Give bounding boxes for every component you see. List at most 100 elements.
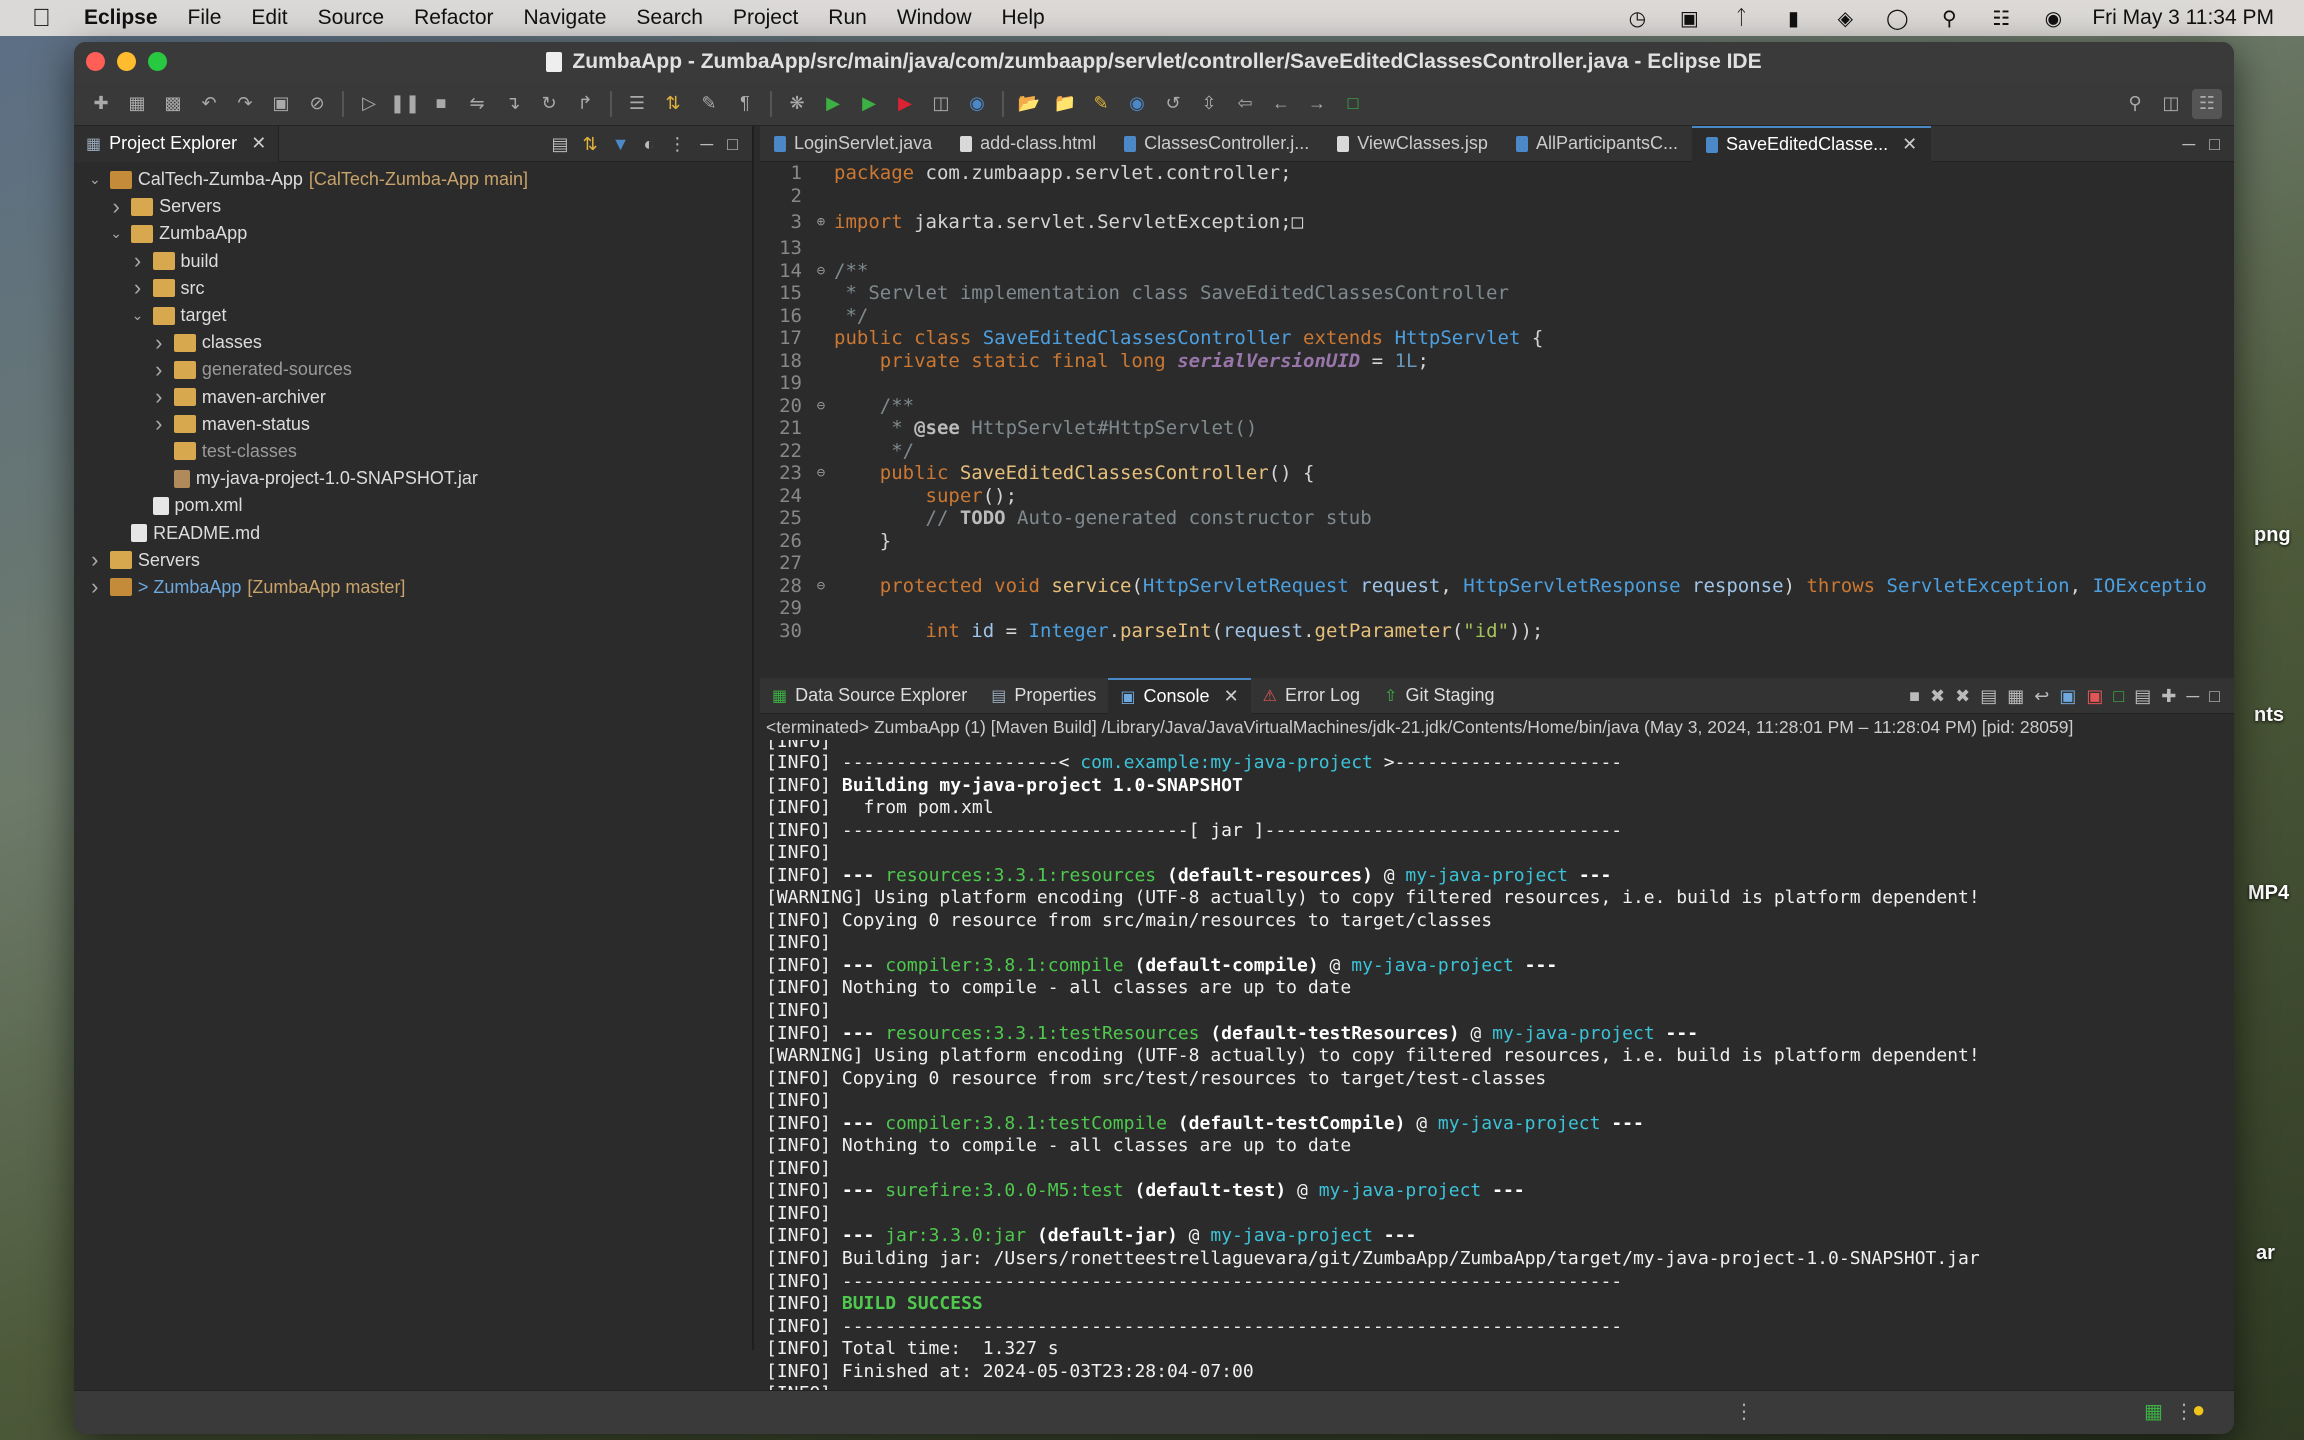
status-more-icon[interactable]: ⋮ (2174, 1399, 2194, 1424)
car-icon[interactable]: ▣ (1676, 7, 1702, 30)
editor-tab[interactable]: add-class.html (946, 126, 1110, 162)
toggle-block-icon[interactable]: ☰ (622, 89, 652, 119)
undo-icon[interactable]: ↶ (194, 89, 224, 119)
clock[interactable]: Fri May 3 11:34 PM (2092, 6, 2274, 30)
user-icon[interactable]: ◯ (1884, 7, 1910, 30)
apple-icon[interactable]:  (32, 5, 58, 31)
view-menu-icon[interactable]: ⋮ (668, 134, 686, 155)
menu-navigate[interactable]: Navigate (524, 6, 607, 30)
web-browser-icon[interactable]: ◉ (1122, 89, 1152, 119)
collapse-icon[interactable]: ⊖ (808, 575, 834, 598)
timer-icon[interactable]: ◷ (1624, 7, 1650, 30)
tree-item[interactable]: README.md (74, 519, 752, 546)
save-all-icon[interactable]: ▩ (158, 89, 188, 119)
coverage-icon[interactable]: ▶ (854, 89, 884, 119)
tree-item[interactable]: › Servers (74, 547, 752, 574)
highlight-icon[interactable]: ✎ (694, 89, 724, 119)
editor-tab[interactable]: LoginServlet.java (760, 126, 946, 162)
maximize-icon[interactable]: □ (2209, 686, 2220, 707)
chevron-right-icon[interactable]: › (150, 384, 168, 410)
tab-data-source-explorer[interactable]: ▦ Data Source Explorer (760, 678, 979, 714)
filter-icon[interactable]: ▼ (612, 134, 630, 155)
tree-item[interactable]: ⌄ CalTech-Zumba-App [CalTech-Zumba-App mai… (74, 166, 752, 193)
display-console-icon[interactable]: ▤ (2134, 686, 2151, 707)
minimize-icon[interactable]: ─ (700, 134, 713, 155)
close-icon[interactable]: ✕ (1902, 134, 1917, 155)
remove-all-icon[interactable]: ✖ (1955, 686, 1970, 707)
new-server-icon[interactable]: ◫ (926, 89, 956, 119)
tab-project-explorer[interactable]: ▦ Project Explorer ✕ (74, 125, 280, 162)
link-editor-icon[interactable]: ⇅ (583, 134, 598, 155)
terminal-icon[interactable]: ▣ (266, 89, 296, 119)
new-console-icon[interactable]: ✚ (2161, 686, 2176, 707)
tree-item[interactable]: › classes (74, 329, 752, 356)
desktop-file-label[interactable]: png (2254, 524, 2291, 547)
open-type-icon[interactable]: 📂 (1014, 89, 1044, 119)
save-icon[interactable]: ▦ (122, 89, 152, 119)
minimize-window-button[interactable] (117, 52, 136, 71)
collapse-icon[interactable]: ⊖ (808, 260, 834, 283)
refresh-icon[interactable]: ↺ (1158, 89, 1188, 119)
suspend-icon[interactable]: ❚❚ (390, 89, 420, 119)
tree-item[interactable]: › build (74, 248, 752, 275)
collapse-icon[interactable]: ⊖ (808, 462, 834, 485)
open-folder-icon[interactable]: 📁 (1050, 89, 1080, 119)
terminate-icon[interactable]: ■ (426, 89, 456, 119)
maximize-icon[interactable]: □ (727, 134, 738, 155)
step-return-icon[interactable]: ↱ (570, 89, 600, 119)
desktop-file-label[interactable]: MP4 (2248, 882, 2289, 905)
collapse-icon[interactable]: ⊖ (808, 395, 834, 418)
pin-console-icon[interactable]: □ (2113, 686, 2124, 707)
new-java-package-icon[interactable]: ◉ (962, 89, 992, 119)
app-menu[interactable]: Eclipse (84, 6, 158, 30)
siri-icon[interactable]: ◉ (2040, 7, 2066, 30)
git-icon[interactable]: ▦ (2144, 1399, 2163, 1424)
editor-tab[interactable]: ViewClasses.jsp (1323, 126, 1502, 162)
chevron-down-icon[interactable]: ⌄ (107, 225, 125, 242)
menu-run[interactable]: Run (828, 6, 867, 30)
tree-item[interactable]: › maven-archiver (74, 384, 752, 411)
menu-edit[interactable]: Edit (251, 6, 287, 30)
java-perspective-icon[interactable]: ☷ (2192, 88, 2222, 119)
show-on-stdout-icon[interactable]: ▣ (2059, 686, 2076, 707)
tab-console[interactable]: ▣ Console ✕ (1108, 677, 1251, 714)
expand-icon[interactable]: ⊕ (808, 207, 834, 237)
battery-icon[interactable]: ▮ (1780, 7, 1806, 30)
minimize-icon[interactable]: ─ (2186, 686, 2199, 707)
desktop-file-label[interactable]: ar (2256, 1242, 2275, 1265)
console-output[interactable]: [INFO] [INFO] --------------------< com.… (760, 740, 2234, 1406)
show-on-stderr-icon[interactable]: ▣ (2086, 686, 2103, 707)
menu-refactor[interactable]: Refactor (414, 6, 493, 30)
debug-icon[interactable]: ❋ (782, 89, 812, 119)
bluetooth-icon[interactable]: ᛏ (1728, 7, 1754, 29)
last-edit-icon[interactable]: ⇦ (1230, 89, 1260, 119)
chevron-right-icon[interactable]: › (86, 547, 104, 573)
code-area[interactable]: 1 package com.zumbaapp.servlet.controller… (760, 162, 2234, 672)
chevron-right-icon[interactable]: › (129, 248, 147, 274)
tree-item[interactable]: pom.xml (74, 492, 752, 519)
tree-item[interactable]: ⌄ ZumbaApp (74, 220, 752, 247)
new-icon[interactable]: ✚ (86, 89, 116, 119)
redo-icon[interactable]: ↷ (230, 89, 260, 119)
tree-item[interactable]: › > ZumbaApp [ZumbaApp master] (74, 574, 752, 601)
external-tools-icon[interactable]: ▶ (890, 89, 920, 119)
resume-icon[interactable]: ▷ (354, 89, 384, 119)
tree-item[interactable]: › src (74, 275, 752, 302)
tree-item[interactable]: test-classes (74, 438, 752, 465)
menu-window[interactable]: Window (897, 6, 972, 30)
chevron-down-icon[interactable]: ⌄ (129, 307, 147, 324)
skip-breakpoints-icon[interactable]: ⊘ (302, 89, 332, 119)
annotations-icon[interactable]: ⇳ (1194, 89, 1224, 119)
clear-console-icon[interactable]: ▤ (1980, 686, 1997, 707)
open-perspective-icon[interactable]: ◫ (2156, 89, 2186, 119)
control-center-icon[interactable]: ☷ (1988, 7, 2014, 30)
chevron-right-icon[interactable]: › (150, 357, 168, 383)
pin-editor-icon[interactable]: □ (1338, 89, 1368, 119)
close-icon[interactable]: ✕ (1224, 686, 1239, 707)
editor-tab[interactable]: ClassesController.j... (1110, 126, 1323, 162)
editor-tab-active[interactable]: SaveEditedClasse... ✕ (1692, 125, 1932, 162)
editor-tab[interactable]: AllParticipantsC... (1502, 126, 1692, 162)
spotlight-search-icon[interactable]: ⚲ (1936, 7, 1962, 30)
scroll-lock-icon[interactable]: ▦ (2007, 686, 2024, 707)
search-icon[interactable]: ⚲ (2120, 89, 2150, 119)
